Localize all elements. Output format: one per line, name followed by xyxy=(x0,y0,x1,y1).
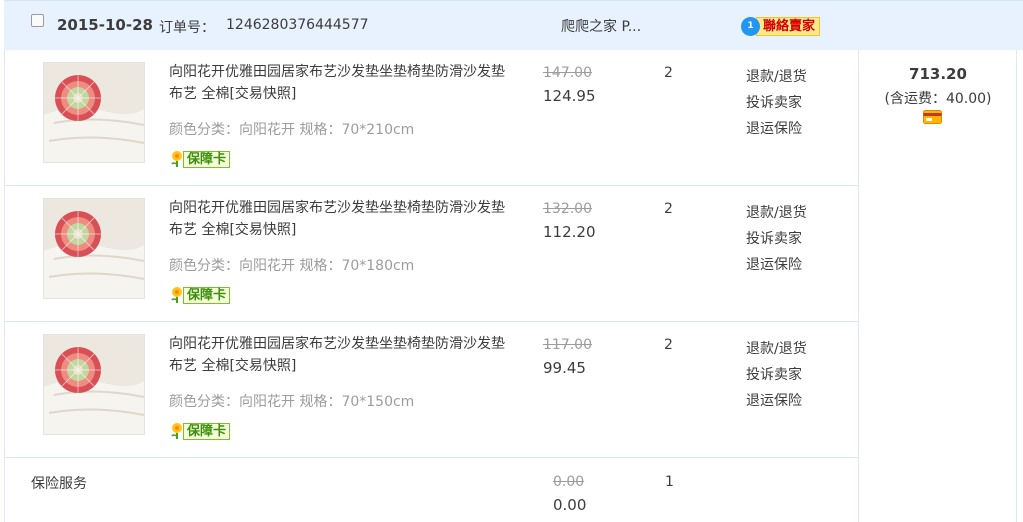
order-item-row: 向阳花开优雅田园居家布艺沙发垫坐垫椅垫防滑沙发垫 布艺 全棉[交易快照] 颜色分… xyxy=(5,186,859,322)
return-shipping-insurance-link[interactable]: 退运保险 xyxy=(746,116,807,142)
item-quantity: 2 xyxy=(664,65,673,81)
flower-icon xyxy=(171,423,182,439)
contact-seller-label: 聯絡賣家 xyxy=(756,16,821,36)
guarantee-card-label: 保障卡 xyxy=(183,422,231,440)
item-actions: 退款/退货 投诉卖家 退运保险 xyxy=(746,336,807,414)
guarantee-card-label: 保障卡 xyxy=(183,286,231,304)
order-number-label: 订单号： xyxy=(159,20,215,36)
flower-icon xyxy=(171,151,182,167)
guarantee-card-label: 保障卡 xyxy=(183,150,231,168)
product-title-link[interactable]: 向阳花开优雅田园居家布艺沙发垫坐垫椅垫防滑沙发垫 布艺 全棉[交易快照] xyxy=(169,333,514,377)
order-items: 向阳花开优雅田园居家布艺沙发垫坐垫椅垫防滑沙发垫 布艺 全棉[交易快照] 颜色分… xyxy=(4,50,859,522)
order-select-checkbox[interactable] xyxy=(31,14,44,27)
order-date: 2015-10-28 xyxy=(57,16,153,34)
order-total-amount: 713.20 xyxy=(909,65,967,83)
insurance-quantity: 1 xyxy=(665,474,674,490)
item-actions: 退款/退货 投诉卖家 退运保险 xyxy=(746,64,807,142)
card-icon[interactable] xyxy=(923,110,942,124)
paid-price: 99.45 xyxy=(543,359,586,377)
insurance-original-price: 0.00 xyxy=(553,474,585,490)
return-shipping-insurance-link[interactable]: 退运保险 xyxy=(746,252,807,278)
complain-seller-link[interactable]: 投诉卖家 xyxy=(746,90,807,116)
item-actions: 退款/退货 投诉卖家 退运保险 xyxy=(746,200,807,278)
product-thumbnail[interactable] xyxy=(43,62,145,163)
refund-return-link[interactable]: 退款/退货 xyxy=(746,200,807,226)
contact-seller-button[interactable]: 1 聯絡賣家 xyxy=(741,16,821,36)
original-price: 147.00 xyxy=(543,65,592,81)
order-item-row: 向阳花开优雅田园居家布艺沙发垫坐垫椅垫防滑沙发垫 布艺 全棉[交易快照] 颜色分… xyxy=(5,322,859,458)
insurance-service-row: 保险服务 0.00 0.00 1 xyxy=(5,458,859,522)
insurance-paid-price: 0.00 xyxy=(553,496,587,514)
product-title-link[interactable]: 向阳花开优雅田园居家布艺沙发垫坐垫椅垫防滑沙发垫 布艺 全棉[交易快照] xyxy=(169,61,514,105)
item-quantity: 2 xyxy=(664,201,673,217)
complain-seller-link[interactable]: 投诉卖家 xyxy=(746,362,807,388)
order-number: 1246280376444577 xyxy=(226,17,369,33)
product-sku: 颜色分类：向阳花开 规格：70*150cm xyxy=(169,394,415,410)
order-item-row: 向阳花开优雅田园居家布艺沙发垫坐垫椅垫防滑沙发垫 布艺 全棉[交易快照] 颜色分… xyxy=(5,50,859,186)
chat-bubble-icon: 1 xyxy=(741,16,760,36)
guarantee-card-badge[interactable]: 保障卡 xyxy=(169,421,231,441)
product-thumbnail[interactable] xyxy=(43,198,145,299)
order-total-column: 713.20 (含运费：40.00) xyxy=(859,50,1017,522)
product-sku: 颜色分类：向阳花开 规格：70*210cm xyxy=(169,122,415,138)
shop-name-link[interactable]: 爬爬之家 P... xyxy=(561,16,641,36)
flower-icon xyxy=(171,287,182,303)
guarantee-card-badge[interactable]: 保障卡 xyxy=(169,285,231,305)
item-quantity: 2 xyxy=(664,337,673,353)
guarantee-card-badge[interactable]: 保障卡 xyxy=(169,149,231,169)
original-price: 132.00 xyxy=(543,201,592,217)
product-title-link[interactable]: 向阳花开优雅田园居家布艺沙发垫坐垫椅垫防滑沙发垫 布艺 全棉[交易快照] xyxy=(169,197,514,241)
return-shipping-insurance-link[interactable]: 退运保险 xyxy=(746,388,807,414)
refund-return-link[interactable]: 退款/退货 xyxy=(746,336,807,362)
complain-seller-link[interactable]: 投诉卖家 xyxy=(746,226,807,252)
paid-price: 112.20 xyxy=(543,223,596,241)
order-header: 2015-10-28 订单号： 1246280376444577 爬爬之家 P.… xyxy=(4,0,1023,50)
paid-price: 124.95 xyxy=(543,87,596,105)
product-thumbnail[interactable] xyxy=(43,334,145,435)
original-price: 117.00 xyxy=(543,337,592,353)
order-shipping-fee: (含运费：40.00) xyxy=(884,91,992,107)
insurance-service-label: 保险服务 xyxy=(31,476,87,492)
product-sku: 颜色分类：向阳花开 规格：70*180cm xyxy=(169,258,415,274)
refund-return-link[interactable]: 退款/退货 xyxy=(746,64,807,90)
